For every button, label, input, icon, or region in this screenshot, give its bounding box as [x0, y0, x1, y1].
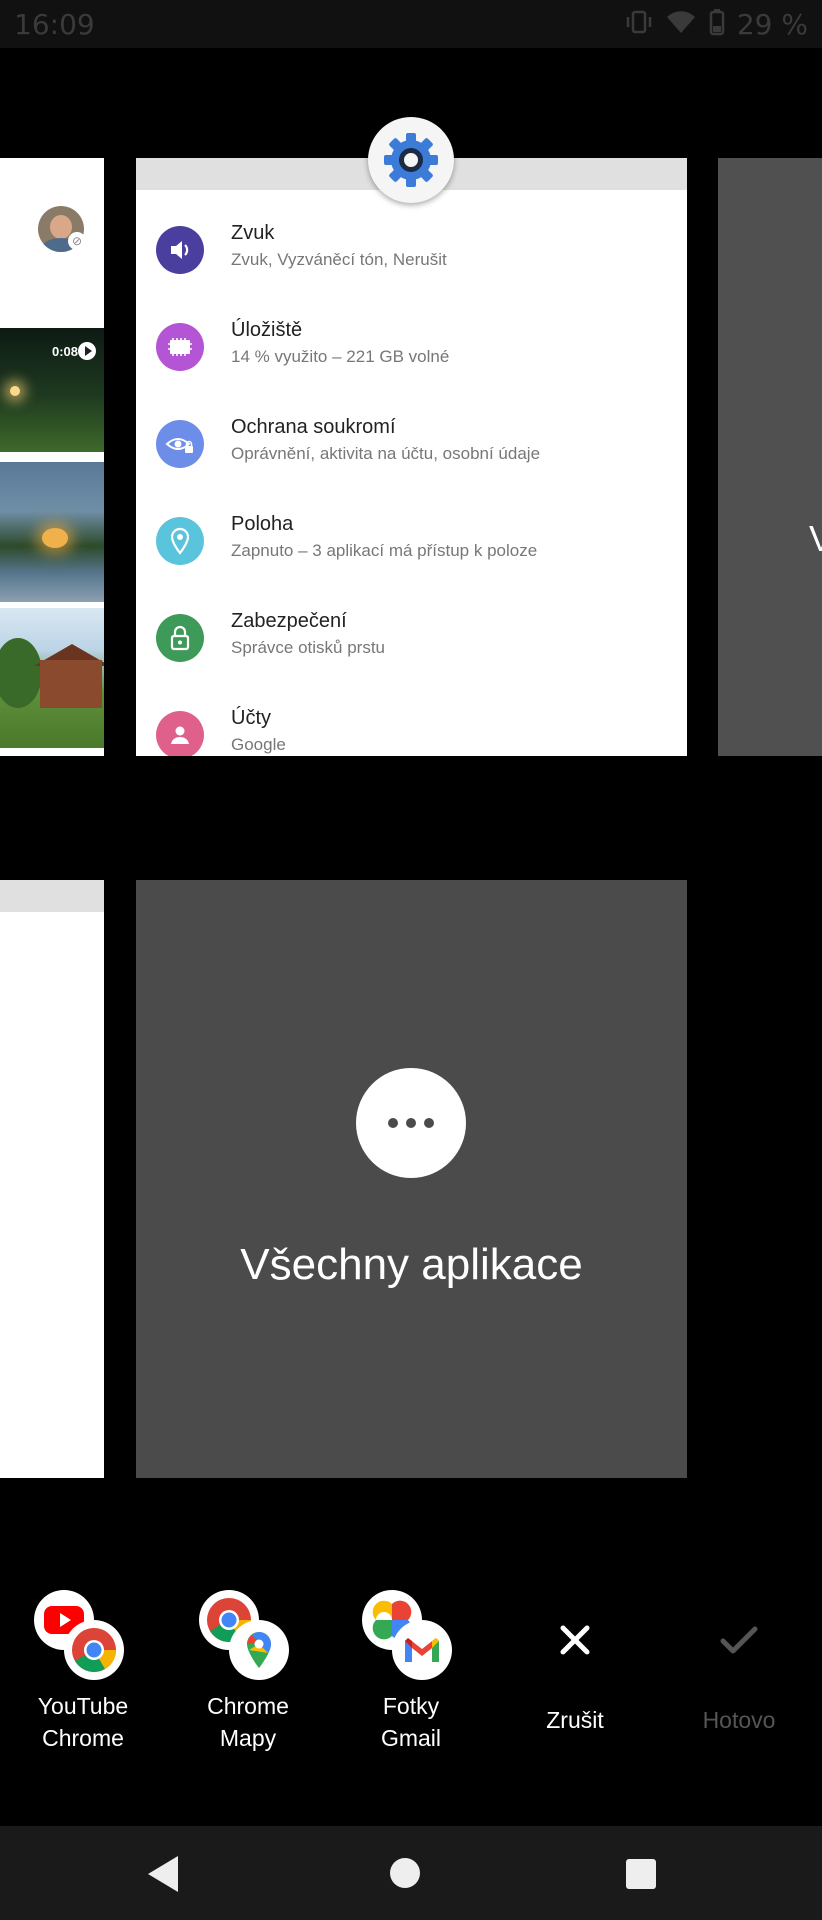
home-icon[interactable]	[390, 1858, 420, 1888]
app-pair-label-2: Gmail	[380, 1725, 442, 1751]
location-icon	[156, 517, 204, 565]
setting-item-privacy[interactable]: Ochrana soukromí Oprávnění, aktivita na …	[136, 416, 687, 516]
cancel-button[interactable]: Zrušit	[510, 1590, 640, 1736]
gmail-icon	[392, 1620, 452, 1680]
recents-icon[interactable]	[626, 1859, 656, 1889]
app-pair-label-1: Chrome	[207, 1693, 289, 1719]
done-button[interactable]: Hotovo	[674, 1590, 804, 1736]
wifi-icon	[665, 9, 697, 40]
setting-title: Účty	[231, 707, 271, 729]
setting-subtitle: Oprávnění, aktivita na účtu, osobní údaj…	[231, 444, 541, 463]
setting-item-security[interactable]: Zabezpečení Správce otisků prstu	[136, 610, 687, 710]
battery-icon	[709, 8, 725, 41]
app-pair-chrome-maps[interactable]: Chrome Mapy	[193, 1590, 303, 1754]
status-time: 16:09	[14, 8, 95, 41]
status-icons: 29 %	[625, 6, 808, 42]
setting-subtitle: Google	[231, 735, 286, 754]
card-label-partial: V	[809, 518, 822, 559]
check-icon	[674, 1590, 804, 1690]
setting-title: Úložiště	[231, 319, 303, 341]
setting-title: Poloha	[231, 513, 294, 535]
storage-icon	[156, 323, 204, 371]
setting-item-storage[interactable]: Úložiště 14 % využito – 221 GB volné	[136, 319, 687, 419]
photo-thumbnail	[0, 608, 104, 748]
lock-icon	[156, 614, 204, 662]
all-apps-label: Všechny aplikace	[240, 1240, 583, 1289]
photo-thumbnail-video: 0:08	[0, 328, 104, 452]
chrome-icon	[64, 1620, 124, 1680]
app-pair-label-1: YouTube	[37, 1693, 129, 1719]
app-pair-youtube-chrome[interactable]: YouTube Chrome	[28, 1590, 138, 1754]
all-apps-card[interactable]: Všechny aplikace	[136, 880, 687, 1478]
setting-item-sound[interactable]: Zvuk Zvuk, Vyzváněcí tón, Nerušit	[136, 222, 687, 322]
cancel-label: Zrušit	[546, 1707, 604, 1733]
recent-app-card-next[interactable]: V	[718, 158, 822, 756]
backup-off-icon: ⊘	[68, 232, 86, 250]
photo-thumbnail	[0, 462, 104, 602]
setting-subtitle: 14 % využito – 221 GB volné	[231, 347, 450, 366]
setting-subtitle: Zvuk, Vyzváněcí tón, Nerušit	[231, 250, 447, 269]
play-icon	[78, 342, 96, 360]
settings-gear-icon[interactable]	[368, 117, 454, 203]
setting-item-location[interactable]: Poloha Zapnuto – 3 aplikací má přístup k…	[136, 513, 687, 613]
app-pair-label-1: Fotky	[382, 1693, 440, 1719]
recent-app-card-settings[interactable]: Zvuk Zvuk, Vyzváněcí tón, Nerušit Úložiš…	[136, 158, 687, 756]
app-pair-label-2: Chrome	[42, 1725, 124, 1751]
video-duration: 0:08	[51, 344, 78, 359]
card-header	[0, 880, 104, 912]
setting-title: Zvuk	[231, 222, 275, 244]
setting-subtitle: Zapnuto – 3 aplikací má přístup k poloze	[231, 541, 538, 560]
vibrate-icon	[625, 9, 653, 40]
setting-item-accounts[interactable]: Účty Google	[136, 707, 687, 756]
done-label: Hotovo	[702, 1707, 776, 1733]
close-icon	[510, 1590, 640, 1690]
accounts-icon	[156, 711, 204, 756]
maps-icon	[229, 1620, 289, 1680]
privacy-eye-icon	[156, 420, 204, 468]
back-icon[interactable]	[148, 1856, 178, 1892]
recent-app-card-photos[interactable]: ⊘ 0:08	[0, 158, 104, 756]
setting-subtitle: Správce otisků prstu	[231, 638, 386, 657]
app-pair-label-2: Mapy	[219, 1725, 277, 1751]
more-icon	[356, 1068, 466, 1178]
recent-app-card-blank[interactable]	[0, 880, 104, 1478]
navigation-bar	[0, 1826, 822, 1920]
volume-icon	[156, 226, 204, 274]
status-bar: 16:09 29 %	[0, 0, 822, 48]
setting-title: Ochrana soukromí	[231, 416, 396, 438]
app-pair-photos-gmail[interactable]: Fotky Gmail	[356, 1590, 466, 1754]
battery-percentage: 29 %	[736, 7, 808, 41]
setting-title: Zabezpečení	[231, 610, 347, 632]
